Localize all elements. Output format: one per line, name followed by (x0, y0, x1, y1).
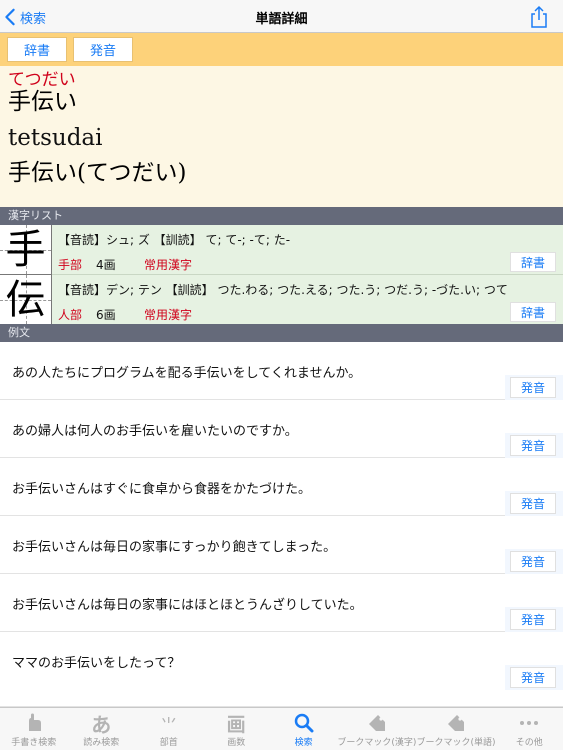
example-pronunciation-button[interactable]: 発音 (510, 435, 556, 456)
kanji-stroke-count: 6画 (96, 308, 116, 322)
tab-label: 部首 (159, 738, 178, 748)
radical-icon: ⺌ (160, 715, 178, 736)
example-sentence-row[interactable]: お手伝いさんは毎日の家事にすっかり飽きてしまった。 発音 (0, 516, 563, 574)
example-sentence-text: お手伝いさんは毎日の家事にすっかり飽きてしまった。 (12, 540, 337, 555)
tab-bookmark-kanji[interactable]: ブークマック(漢字) (337, 708, 416, 750)
section-header-kanji-list: 漢字リスト (0, 207, 563, 225)
kanji-glyph-box: 手 (0, 225, 52, 275)
tab-label: 手書き検索 (11, 738, 57, 748)
word-toolbar: 辞書 発音 (0, 33, 563, 66)
word-header: てつだい 手伝い tetsudai 手伝い(てつだい) (0, 66, 563, 207)
tab-handwriting-search[interactable]: 手書き検索 (0, 708, 67, 750)
word-headword: 手伝い (8, 89, 77, 115)
example-sentence-row[interactable]: あの人たちにプログラムを配る手伝いをしてくれませんか。 発音 (0, 342, 563, 400)
example-sentence-row[interactable]: お手伝いさんはすぐに食卓から食器をかたづけた。 発音 (0, 458, 563, 516)
example-sentence-row[interactable]: お手伝いさんは毎日の家事にはほとほとうんざりしていた。 発音 (0, 574, 563, 632)
stroke-count-icon: 画 (226, 713, 246, 736)
example-pronunciation-button[interactable]: 発音 (510, 609, 556, 630)
kanji-character: 手 (5, 227, 46, 273)
kanji-meta: 手部 4画 常用漢字 (58, 256, 192, 273)
kanji-readings: 【音読】シュ; ズ 【訓読】 て; て-; -て; た- (58, 233, 291, 247)
example-sentence-row[interactable]: あの婦人は何人のお手伝いを雇いたいのですか。 発音 (0, 400, 563, 458)
tab-stroke-count[interactable]: 画 画数 (202, 708, 269, 750)
kanji-row[interactable]: 手 【音読】シュ; ズ 【訓読】 て; て-; -て; た- 手部 4画 常用漢字 … (0, 225, 563, 275)
kanji-radical: 人部 (58, 308, 83, 322)
tab-radical[interactable]: ⺌ 部首 (135, 708, 202, 750)
tab-bar: 手書き検索 あ 読み検索 ⺌ 部首 画 画数 検索 ブークマック(漢字) ブーク… (0, 707, 563, 750)
example-sentence-row[interactable]: ママのお手伝いをしたって？ 発音 (0, 632, 563, 707)
example-pronunciation-button[interactable]: 発音 (510, 493, 556, 514)
page-title: 単語詳細 (255, 12, 308, 27)
kanji-row[interactable]: 伝 【音読】デン; テン 【訓読】 つた.わる; つた.える; つた.う; つだ… (0, 275, 563, 325)
tab-label: その他 (515, 738, 543, 748)
navigation-bar: 検索 単語詳細 (0, 0, 563, 33)
word-full-form: 手伝い(てつだい) (8, 160, 187, 186)
tab-bookmark-word[interactable]: ブークマック(単語) (416, 708, 495, 750)
hiragana-a-icon: あ (91, 712, 112, 737)
example-sentence-text: ママのお手伝いをしたって？ (12, 656, 181, 671)
section-header-examples: 例文 (0, 324, 563, 342)
example-sentence-text: お手伝いさんはすぐに食卓から食器をかたづけた。 (12, 482, 312, 497)
search-icon (292, 712, 316, 734)
kanji-grade: 常用漢字 (144, 258, 193, 272)
handwriting-icon (22, 712, 46, 734)
tab-more[interactable]: その他 (495, 708, 562, 750)
bookmark-tag-icon (444, 712, 468, 734)
kanji-radical: 手部 (58, 258, 83, 272)
share-icon[interactable] (529, 5, 549, 29)
kanji-dictionary-button[interactable]: 辞書 (510, 302, 556, 322)
kanji-grade: 常用漢字 (144, 308, 193, 322)
more-icon (517, 712, 541, 734)
kanji-stroke-count: 4画 (96, 258, 116, 272)
example-pronunciation-button[interactable]: 発音 (510, 377, 556, 398)
tab-label: ブークマック(単語) (416, 738, 496, 748)
tab-label: 読み検索 (83, 738, 120, 748)
kanji-meta: 人部 6画 常用漢字 (58, 306, 192, 323)
bookmark-tag-icon (365, 712, 389, 734)
kanji-readings: 【音読】デン; テン 【訓読】 つた.わる; つた.える; つた.う; つだ.う… (58, 283, 508, 297)
tab-search[interactable]: 検索 (270, 708, 337, 750)
example-pronunciation-button[interactable]: 発音 (510, 551, 556, 572)
example-sentence-text: あの人たちにプログラムを配る手伝いをしてくれませんか。 (12, 366, 362, 381)
kanji-character: 伝 (5, 277, 46, 323)
kanji-dictionary-button[interactable]: 辞書 (510, 252, 556, 272)
example-sentence-text: お手伝いさんは毎日の家事にはほとほとうんざりしていた。 (12, 598, 363, 613)
dictionary-button[interactable]: 辞書 (7, 37, 67, 62)
kanji-glyph-box: 伝 (0, 275, 52, 325)
tab-label: 検索 (294, 738, 313, 748)
tab-label: 画数 (227, 738, 246, 748)
example-sentence-text: あの婦人は何人のお手伝いを雇いたいのですか。 (12, 424, 298, 439)
tab-label: ブークマック(漢字) (337, 738, 417, 748)
word-romaji: tetsudai (8, 125, 103, 151)
example-pronunciation-button[interactable]: 発音 (510, 667, 556, 688)
tab-reading-search[interactable]: あ 読み検索 (67, 708, 134, 750)
pronunciation-button[interactable]: 発音 (73, 37, 133, 62)
